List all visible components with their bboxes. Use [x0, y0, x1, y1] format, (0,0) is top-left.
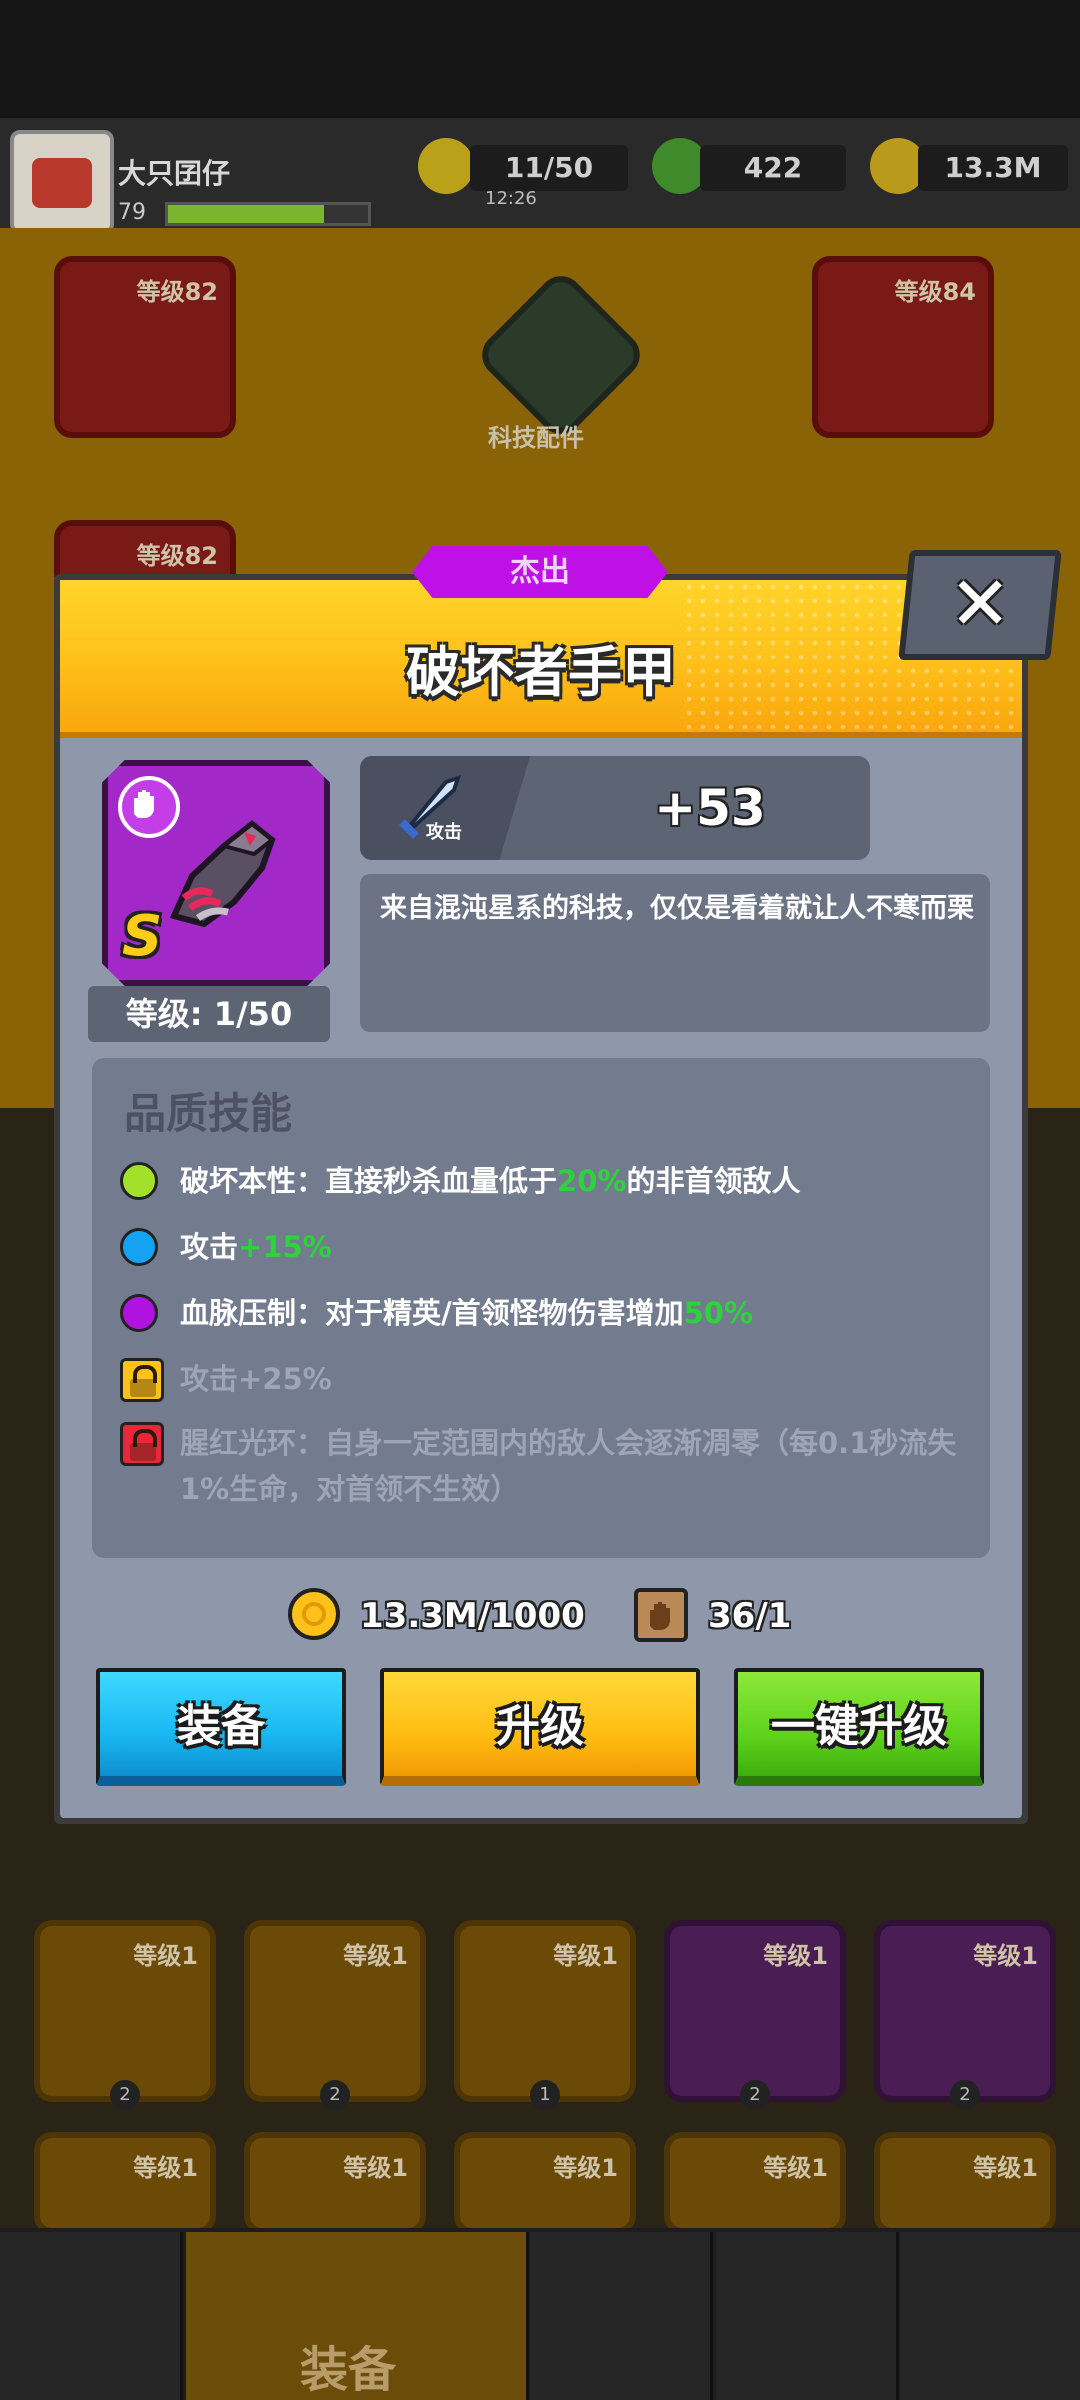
equip-button[interactable]: 装备	[96, 1668, 346, 1786]
player-level: 79	[118, 200, 146, 225]
inventory-slot[interactable]: 等级1 2	[34, 1920, 216, 2110]
nav-tab-missions[interactable]	[900, 2232, 1080, 2400]
grade-badge: S	[122, 904, 163, 969]
item-description: 来自混沌星系的科技，仅仅是看着就让人不寒而栗	[380, 893, 974, 924]
rarity-ribbon: 杰出	[412, 546, 668, 598]
armor-slot[interactable]: 等级84	[812, 256, 994, 438]
attack-label: 攻击	[426, 822, 462, 843]
energy-timer: 12:26	[485, 188, 537, 209]
lock-icon	[120, 1358, 164, 1402]
inventory-slot[interactable]: 等级1	[34, 2132, 216, 2234]
purple-quality-dot-icon	[120, 1294, 158, 1332]
skills-title: 品质技能	[124, 1089, 293, 1138]
blue-quality-dot-icon	[120, 1228, 158, 1266]
lock-icon	[120, 1422, 164, 1466]
gold-cost: 13.3M/1000	[360, 1596, 585, 1636]
inventory-slot[interactable]: 等级1	[454, 2132, 636, 2234]
energy-icon[interactable]	[418, 138, 474, 194]
quality-skills-panel: 品质技能 破坏本性：直接秒杀血量低于20%的非首领敌人 攻击+15% 血脉压制：…	[92, 1058, 990, 1558]
player-name: 大只囝仔	[118, 157, 231, 190]
weapon-slot[interactable]: 等级82	[54, 256, 236, 438]
inventory-slot[interactable]: 等级1	[244, 2132, 426, 2234]
player-avatar[interactable]	[10, 130, 114, 234]
upgrade-all-button[interactable]: 一键升级	[734, 1668, 984, 1786]
rarity-label: 杰出	[510, 554, 570, 589]
close-icon: ✕	[949, 561, 1012, 647]
gold-coin-icon	[288, 1588, 340, 1640]
tech-part-label: 科技配件	[488, 424, 584, 452]
inventory-slot[interactable]: 等级1	[874, 2132, 1056, 2234]
nav-tab-events[interactable]	[716, 2232, 899, 2400]
inventory-slot[interactable]: 等级1 2	[664, 1920, 846, 2110]
inventory-slot[interactable]: 等级1 2	[244, 1920, 426, 2110]
dialog-header: 破坏者手甲	[60, 580, 1022, 738]
energy-counter: 11/50	[470, 145, 628, 191]
gauntlet-icon	[169, 820, 276, 928]
nav-tab-equipment-label: 装备	[300, 2342, 397, 2398]
green-quality-dot-icon	[120, 1162, 158, 1200]
inventory-slot[interactable]: 等级1 2	[874, 1920, 1056, 2110]
close-button[interactable]: ✕	[898, 550, 1062, 660]
item-name: 破坏者手甲	[406, 641, 676, 704]
gold-counter: 13.3M	[918, 145, 1068, 191]
nav-tab-heroes[interactable]	[530, 2232, 713, 2400]
attack-value: +53	[654, 779, 766, 837]
attack-stat: 攻击 +53	[360, 756, 870, 860]
material-cost: 36/1	[708, 1596, 792, 1636]
item-icon-card: S	[102, 760, 330, 986]
inventory-slot[interactable]: 等级1	[664, 2132, 846, 2234]
item-description-box: 来自混沌星系的科技，仅仅是看着就让人不寒而栗	[360, 874, 990, 1032]
xp-bar	[165, 202, 371, 226]
glove-material-icon	[634, 1588, 688, 1642]
item-level-box: 等级: 1/50	[88, 986, 330, 1042]
inventory-slot[interactable]: 等级1 1	[454, 1920, 636, 2110]
gem-counter: 422	[700, 145, 846, 191]
item-level: 等级: 1/50	[125, 995, 293, 1033]
upgrade-button[interactable]: 升级	[380, 1668, 700, 1786]
nav-tab-shop[interactable]	[0, 2232, 183, 2400]
